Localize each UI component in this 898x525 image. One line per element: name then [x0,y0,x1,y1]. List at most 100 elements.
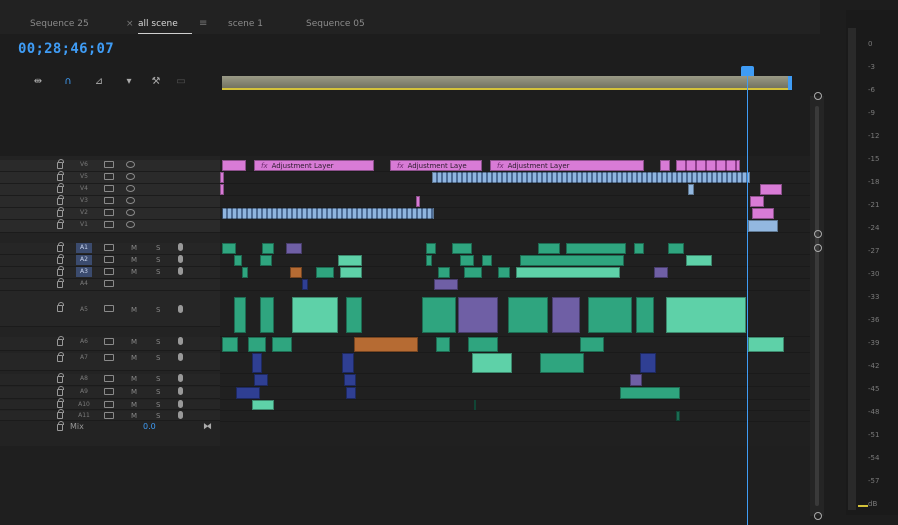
sync-lock-icon[interactable] [104,401,114,408]
mute-button[interactable]: M [131,243,137,253]
lock-icon[interactable] [57,373,64,383]
clip[interactable] [436,337,450,352]
sync-lock-icon[interactable] [104,209,114,216]
mute-button[interactable]: M [131,353,137,363]
track-header-a9[interactable]: A9 M S [0,386,220,399]
sync-lock-icon[interactable] [104,305,114,312]
solo-button[interactable]: S [156,255,160,265]
track-header-a7[interactable]: A7 M S [0,352,220,371]
scroll-handle-audio[interactable] [814,244,822,252]
captions-icon[interactable]: ▭ [173,76,189,88]
clip[interactable] [538,243,560,254]
track-label[interactable]: V6 [76,160,92,170]
lock-icon[interactable] [57,254,64,264]
clip[interactable] [464,267,482,278]
track-header-a3[interactable]: A3 M S [0,266,220,279]
clip[interactable] [458,297,498,333]
eye-icon[interactable] [126,161,135,168]
tab-menu-icon[interactable]: ≡ [199,18,207,29]
clip[interactable] [292,297,338,333]
track-label[interactable]: A5 [76,305,92,315]
microphone-icon[interactable] [178,243,183,251]
track-header-v3[interactable]: V3 [0,195,220,208]
clip[interactable] [340,267,362,278]
snap-magnet-icon[interactable]: ∩ [60,76,76,88]
clip[interactable] [234,255,242,266]
wrench-settings-icon[interactable]: ⚒ [148,76,164,88]
clip[interactable] [260,297,274,333]
lock-icon[interactable] [57,302,64,312]
lock-icon[interactable] [57,171,64,181]
microphone-icon[interactable] [178,305,183,313]
track-header-a8[interactable]: A8 M S [0,373,220,386]
eye-icon[interactable] [126,209,135,216]
sync-lock-icon[interactable] [104,173,114,180]
clip[interactable] [452,243,472,254]
sync-lock-icon[interactable] [104,412,114,419]
vertical-scrollbar[interactable] [810,96,824,516]
track-header-a10[interactable]: A10 M S [0,398,220,410]
mute-button[interactable]: M [131,267,137,277]
lock-icon[interactable] [57,195,64,205]
clip[interactable] [460,255,474,266]
clip[interactable] [482,255,492,266]
clip[interactable] [316,267,334,278]
track-header-a11[interactable]: A11 M S [0,409,220,421]
solo-button[interactable]: S [156,374,160,384]
timeline-tracks-area[interactable]: fx Adjustment Layer fx Adjustment Laye fx A… [220,156,820,446]
sync-lock-icon[interactable] [104,268,114,275]
lock-icon[interactable] [57,409,64,419]
mute-button[interactable]: M [131,411,137,421]
lock-icon[interactable] [57,207,64,217]
clip[interactable] [630,374,642,386]
clip[interactable] [432,172,750,183]
lock-icon[interactable] [57,352,64,362]
lock-icon[interactable] [57,278,64,288]
track-header-a4[interactable]: A4 [0,278,220,291]
solo-button[interactable]: S [156,243,160,253]
track-label[interactable]: V1 [76,220,92,230]
clip[interactable] [272,337,292,352]
linked-selection-icon[interactable]: ⊿ [91,76,107,88]
go-to-end-icon[interactable]: ⧓ [203,422,212,432]
track-header-a2[interactable]: A2 M S [0,254,220,267]
clip[interactable] [750,196,764,207]
track-header-a6[interactable]: A6 M S [0,336,220,351]
tab-all-scene[interactable]: all scene [138,19,192,34]
track-label[interactable]: A4 [76,279,92,289]
clip[interactable] [438,267,450,278]
microphone-icon[interactable] [178,387,183,395]
track-label[interactable]: A2 [76,255,92,265]
mute-button[interactable]: M [131,400,137,410]
lock-icon[interactable] [57,398,64,408]
mute-button[interactable]: M [131,387,137,397]
clip[interactable] [508,297,548,333]
lock-icon[interactable] [57,386,64,396]
zoom-scroll-handle[interactable] [788,76,792,90]
microphone-icon[interactable] [178,400,183,408]
clip[interactable] [666,297,746,333]
clip[interactable] [426,243,436,254]
sync-lock-icon[interactable] [104,375,114,382]
clip[interactable] [552,297,580,333]
sync-lock-icon[interactable] [104,197,114,204]
mute-button[interactable]: M [131,337,137,347]
clip[interactable] [416,196,420,207]
clip[interactable] [676,411,680,421]
clip[interactable] [426,255,432,266]
track-label[interactable]: A11 [76,411,92,421]
clip[interactable] [290,267,302,278]
sync-lock-icon[interactable] [104,338,114,345]
clip[interactable] [760,184,782,195]
clip[interactable] [252,400,274,410]
track-label[interactable]: A3 [76,267,92,277]
sync-lock-icon[interactable] [104,221,114,228]
mix-volume-value[interactable]: 0.0 [143,422,156,431]
lock-icon[interactable] [57,159,64,169]
tab-scene-1[interactable]: scene 1 [228,19,263,29]
solo-button[interactable]: S [156,267,160,277]
clip[interactable] [248,337,266,352]
sync-lock-icon[interactable] [104,280,114,287]
mute-button[interactable]: M [131,255,137,265]
clip[interactable] [748,220,778,232]
